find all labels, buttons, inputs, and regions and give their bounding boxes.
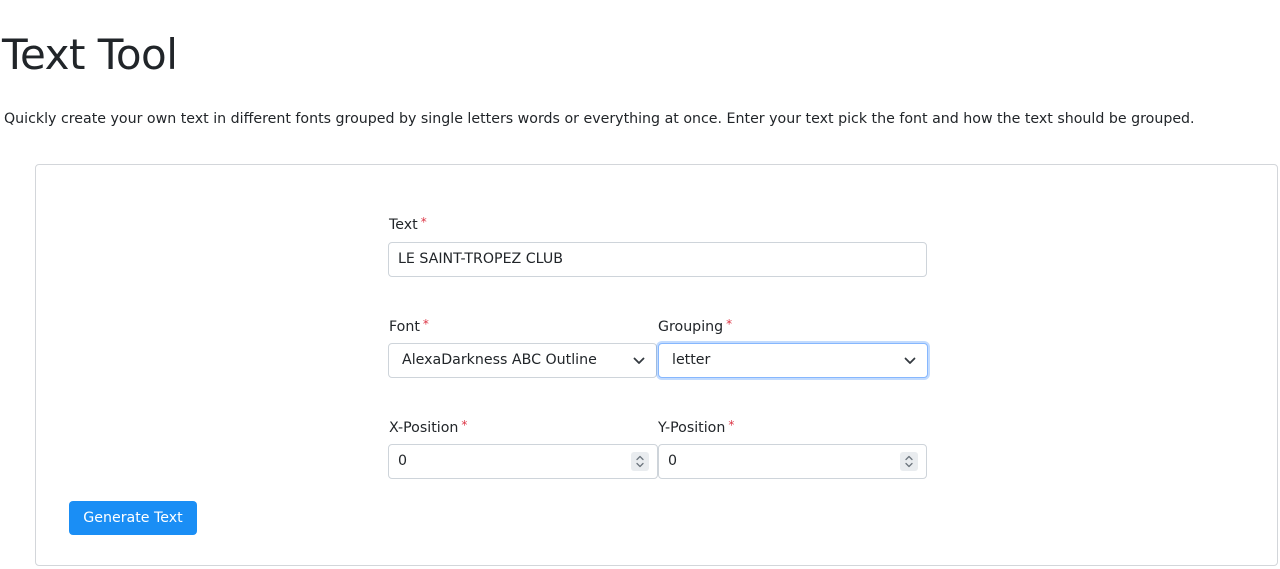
text-input[interactable]: LE SAINT-TROPEZ CLUB bbox=[388, 242, 927, 277]
required-marker: * bbox=[461, 418, 468, 432]
page-description: Quickly create your own text in differen… bbox=[4, 111, 1195, 127]
font-select[interactable]: AlexaDarkness ABC Outline bbox=[388, 343, 657, 378]
grouping-label-text: Grouping bbox=[658, 319, 724, 335]
required-marker: * bbox=[420, 215, 427, 229]
chevron-down-icon bbox=[633, 357, 645, 364]
y-position-input[interactable]: 0 bbox=[658, 444, 927, 479]
x-position-value: 0 bbox=[398, 453, 408, 469]
spinner-updown-icon[interactable] bbox=[900, 452, 918, 471]
required-marker: * bbox=[726, 317, 733, 331]
grouping-select[interactable]: letter bbox=[658, 343, 928, 378]
grouping-select-value: letter bbox=[672, 352, 711, 368]
required-marker: * bbox=[422, 317, 429, 331]
x-position-input[interactable]: 0 bbox=[388, 444, 658, 479]
text-label-text: Text bbox=[389, 217, 418, 233]
spinner-updown-icon[interactable] bbox=[631, 452, 649, 471]
x-position-label: X-Position * bbox=[389, 418, 467, 436]
required-marker: * bbox=[728, 418, 735, 432]
y-position-label-text: Y-Position bbox=[658, 420, 726, 436]
grouping-label: Grouping * bbox=[658, 317, 732, 335]
page-title: Text Tool bbox=[2, 30, 178, 79]
font-label: Font * bbox=[389, 317, 429, 335]
text-input-value: LE SAINT-TROPEZ CLUB bbox=[398, 251, 563, 267]
y-position-label: Y-Position * bbox=[658, 418, 734, 436]
generate-text-button[interactable]: Generate Text bbox=[69, 501, 197, 535]
y-position-value: 0 bbox=[668, 453, 678, 469]
text-label: Text * bbox=[389, 215, 427, 233]
font-label-text: Font bbox=[389, 319, 420, 335]
x-position-label-text: X-Position bbox=[389, 420, 459, 436]
font-select-value: AlexaDarkness ABC Outline bbox=[402, 352, 597, 368]
chevron-down-icon bbox=[904, 357, 916, 364]
